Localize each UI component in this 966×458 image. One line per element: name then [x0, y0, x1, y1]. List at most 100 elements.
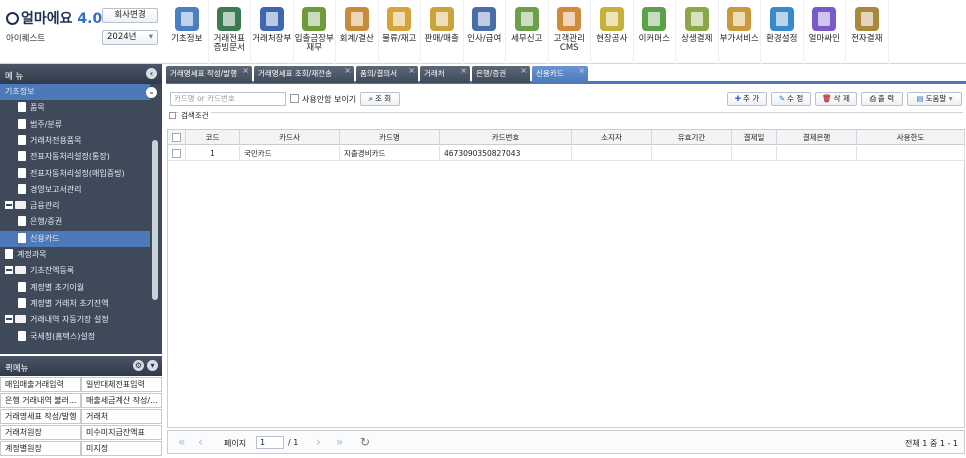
edit-button[interactable]: ✎ 수 정 — [771, 92, 811, 106]
search-input[interactable]: 카드명 or 카드번호 — [170, 92, 286, 106]
top-menu-item[interactable]: 부가서비스 — [719, 0, 761, 64]
first-page-icon[interactable]: « — [178, 435, 185, 449]
last-page-icon[interactable]: » — [336, 435, 343, 449]
company-change-button[interactable]: 회사변경 — [102, 8, 158, 23]
select-all-checkbox[interactable] — [172, 133, 181, 142]
column-header[interactable]: 유효기간 — [652, 130, 732, 145]
prev-page-icon[interactable]: ‹ — [198, 435, 203, 449]
top-menu-item[interactable]: 세무신고 — [506, 0, 549, 64]
column-header[interactable]: 결제일 — [732, 130, 777, 145]
show-unused-checkbox[interactable] — [290, 94, 299, 103]
table-cell[interactable]: 1 — [186, 146, 240, 161]
top-menu-item[interactable]: 물류/재고 — [379, 0, 421, 64]
column-header[interactable]: 결제은행 — [777, 130, 857, 145]
quickmenu-button[interactable]: 거래처 — [81, 409, 162, 424]
tree-item[interactable]: 전표자동처리설정(통장) — [0, 149, 150, 165]
table-cell[interactable]: 지출경비카드 — [340, 146, 440, 161]
refresh-icon[interactable]: ↻ — [360, 435, 370, 449]
top-menu-item[interactable]: 거래처장부 — [251, 0, 294, 64]
column-header[interactable]: 소지자 — [572, 130, 652, 145]
close-icon[interactable]: × — [520, 63, 527, 79]
tab-3[interactable]: 품의/결의서 × — [356, 66, 418, 83]
tree-item[interactable]: 경영보고서관리 — [0, 182, 150, 198]
table-cell[interactable]: 국민카드 — [240, 146, 340, 161]
quickmenu-button[interactable]: 거래명세표 작성/발행 — [0, 409, 81, 424]
top-menu-item[interactable]: 이커머스 — [634, 0, 676, 64]
help-button[interactable]: ▤ 도움말 ▾ — [907, 92, 962, 106]
top-menu-item[interactable]: 회계/결산 — [336, 0, 379, 64]
quickmenu-button[interactable]: 은행 거래내역 불러... — [0, 393, 81, 408]
select-all-checkbox-cell[interactable] — [168, 130, 186, 145]
sidebar-collapse-icon[interactable]: ‹ — [146, 68, 157, 79]
quickmenu-button[interactable]: 매출세금계산 작성/... — [81, 393, 162, 408]
quickmenu-toggle-icon[interactable]: ▾ — [147, 360, 158, 371]
tree-item-selected[interactable]: 신용카드 — [0, 230, 150, 247]
top-menu-item[interactable]: 얼마싸인 — [804, 0, 846, 64]
tree-item[interactable]: 금융관리 — [0, 198, 150, 214]
top-menu-item[interactable]: 인사/급여 — [464, 0, 506, 64]
close-icon[interactable]: × — [242, 63, 249, 79]
tree-scrollbar[interactable] — [152, 140, 158, 300]
top-menu-item[interactable]: 기초정보 — [166, 0, 209, 64]
delete-button[interactable]: 🗑 삭 제 — [815, 92, 857, 106]
tree-item[interactable]: 범주/분류 — [0, 117, 150, 133]
table-cell[interactable] — [572, 146, 652, 161]
tab-1[interactable]: 거래명세표 작성/발행 × — [166, 66, 252, 83]
tree-item[interactable]: 전표자동처리설정(매입증빙) — [0, 166, 150, 182]
tree-item[interactable]: 품목 — [0, 100, 150, 116]
top-menu-item[interactable]: 상생결제 — [676, 0, 719, 64]
collapse-icon[interactable] — [5, 201, 13, 210]
close-icon[interactable]: × — [344, 63, 351, 79]
app-logo[interactable]: 얼마에요 4.0 — [6, 8, 102, 28]
table-cell[interactable] — [777, 146, 857, 161]
collapse-icon[interactable] — [5, 266, 13, 275]
quickmenu-button[interactable]: 거래처원장 — [0, 425, 81, 440]
top-menu-item[interactable]: 현장공사 — [591, 0, 634, 64]
tree-item[interactable]: 계정과목 — [0, 247, 150, 263]
quickmenu-button[interactable]: 매입매출거래입력 — [0, 377, 81, 392]
row-checkbox-cell[interactable] — [168, 146, 186, 161]
search-conditions-toggle[interactable] — [169, 112, 176, 119]
column-header[interactable]: 카드명 — [340, 130, 440, 145]
quickmenu-button[interactable]: 일반대체전표입력 — [81, 377, 162, 392]
tree-item[interactable]: 은행/증권 — [0, 214, 150, 230]
top-menu-item[interactable]: 환경설정 — [761, 0, 804, 64]
print-button[interactable]: ⎙ 출 력 — [861, 92, 903, 106]
tree-item[interactable]: 기초잔액등록 — [0, 263, 150, 279]
top-menu-item[interactable]: 전자결재 — [846, 0, 889, 64]
close-icon[interactable]: × — [460, 63, 467, 79]
tree-item[interactable]: 계정별 거래처 초기잔액 — [0, 296, 150, 312]
table-cell[interactable] — [652, 146, 732, 161]
next-page-icon[interactable]: › — [316, 435, 321, 449]
table-cell[interactable] — [857, 146, 965, 161]
top-menu-item[interactable]: 판매/매출 — [421, 0, 464, 64]
year-select[interactable]: 2024년 ▾ — [102, 30, 158, 45]
tree-item[interactable]: 국세청(홈택스)설정 — [0, 329, 150, 345]
tree-item[interactable]: 기초정보 – — [0, 84, 157, 101]
search-button[interactable]: ⌕ 조 회 — [360, 92, 400, 106]
top-menu-item[interactable]: 고객관리 CMS — [549, 0, 591, 64]
quickmenu-button[interactable]: 계정별원장 — [0, 441, 81, 456]
table-cell[interactable] — [732, 146, 777, 161]
top-menu-item[interactable]: 입출금장부 재무 — [294, 0, 336, 64]
tree-item[interactable]: 계정별 초기이월 — [0, 280, 150, 296]
close-icon[interactable]: × — [408, 63, 415, 79]
tab-4[interactable]: 거래처 × — [420, 66, 470, 83]
add-button[interactable]: ✚ 추 가 — [727, 92, 767, 106]
table-cell[interactable]: 4673090350827043 — [440, 146, 572, 161]
quickmenu-settings-icon[interactable]: ⚙ — [133, 360, 144, 371]
tree-item[interactable]: 거래내역 자동기장 설정 — [0, 312, 150, 328]
page-input[interactable]: 1 — [256, 436, 284, 449]
column-header[interactable]: 카드사 — [240, 130, 340, 145]
top-menu-item[interactable]: 거래전표 증빙문서 — [209, 0, 251, 64]
column-header[interactable]: 코드 — [186, 130, 240, 145]
collapse-icon[interactable] — [5, 315, 13, 324]
category-collapse-icon[interactable]: – — [146, 87, 157, 98]
tree-item[interactable]: 거래처전용품목 — [0, 133, 150, 149]
tab-6[interactable]: 신용카드 × — [532, 66, 588, 83]
column-header[interactable]: 사용한도 — [857, 130, 965, 145]
tab-5[interactable]: 은행/증권 × — [472, 66, 530, 83]
close-icon[interactable]: × — [578, 63, 585, 79]
tab-2[interactable]: 거래명세표 조회/재전송 × — [254, 66, 354, 83]
quickmenu-button[interactable]: 미수미지급잔액표 — [81, 425, 162, 440]
